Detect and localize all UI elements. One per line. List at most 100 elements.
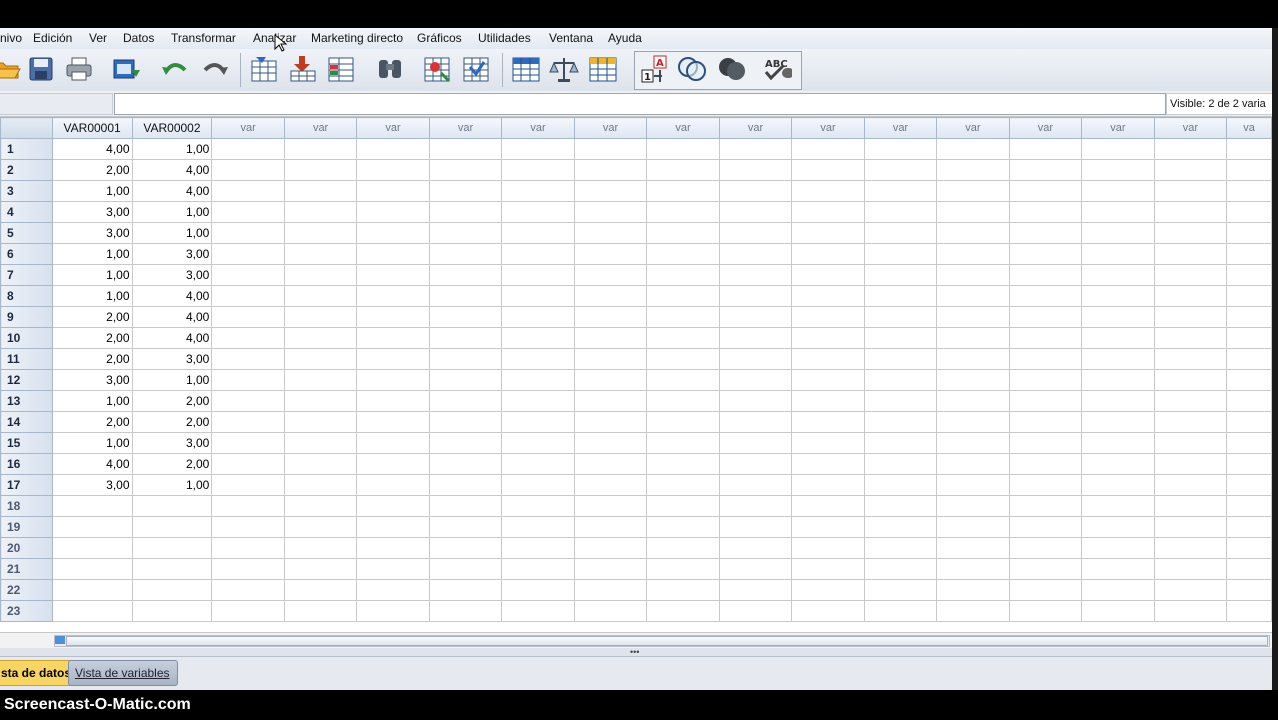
empty-cell[interactable] xyxy=(283,474,358,496)
empty-cell[interactable] xyxy=(501,138,575,160)
empty-cell[interactable] xyxy=(1153,453,1228,475)
empty-cell[interactable] xyxy=(573,474,648,496)
empty-cell[interactable] xyxy=(573,495,648,517)
data-cell[interactable]: 4,00 xyxy=(51,453,133,475)
empty-cell[interactable] xyxy=(1226,369,1272,391)
empty-cell[interactable] xyxy=(718,537,793,559)
empty-cell[interactable] xyxy=(573,159,648,181)
empty-cell[interactable] xyxy=(356,495,430,517)
empty-cell[interactable] xyxy=(428,285,503,307)
empty-cell[interactable] xyxy=(646,369,720,391)
empty-cell[interactable] xyxy=(356,558,430,580)
empty-cell[interactable] xyxy=(356,411,430,433)
empty-cell[interactable] xyxy=(573,285,648,307)
menu-transformar[interactable]: Transformar xyxy=(171,31,236,45)
empty-cell[interactable] xyxy=(1081,159,1155,181)
data-cell[interactable]: 2,00 xyxy=(131,390,213,412)
empty-cell[interactable] xyxy=(646,537,720,559)
empty-cell[interactable] xyxy=(428,516,503,538)
empty-cell[interactable] xyxy=(863,327,938,349)
empty-cell[interactable] xyxy=(428,537,503,559)
row-header[interactable]: 16 xyxy=(0,453,53,475)
empty-cell[interactable] xyxy=(1081,222,1155,244)
column-header-empty-var[interactable]: var xyxy=(1008,117,1083,139)
row-header[interactable]: 8 xyxy=(0,285,53,307)
column-header-empty-var[interactable]: var xyxy=(501,117,575,139)
data-cell[interactable]: 3,00 xyxy=(131,348,213,370)
empty-cell[interactable] xyxy=(573,411,648,433)
row-header[interactable]: 15 xyxy=(0,432,53,454)
select-cases-icon[interactable] xyxy=(588,54,618,84)
row-header[interactable]: 19 xyxy=(0,516,53,538)
empty-cell[interactable] xyxy=(211,474,285,496)
data-cell[interactable]: 3,00 xyxy=(131,243,213,265)
data-cell[interactable]: 4,00 xyxy=(131,285,213,307)
empty-cell[interactable] xyxy=(646,390,720,412)
empty-cell[interactable] xyxy=(863,558,938,580)
empty-cell[interactable] xyxy=(1081,390,1155,412)
empty-cell[interactable] xyxy=(1008,285,1083,307)
redo-icon[interactable] xyxy=(200,54,230,84)
scroll-thumb[interactable] xyxy=(66,636,1268,646)
empty-cell[interactable] xyxy=(131,579,213,601)
empty-cell[interactable] xyxy=(501,369,575,391)
print-icon[interactable] xyxy=(64,54,94,84)
empty-cell[interactable] xyxy=(718,474,793,496)
empty-cell[interactable] xyxy=(718,579,793,601)
empty-cell[interactable] xyxy=(718,558,793,580)
empty-cell[interactable] xyxy=(1153,138,1228,160)
empty-cell[interactable] xyxy=(356,159,430,181)
goto-variable-icon[interactable] xyxy=(288,54,318,84)
empty-cell[interactable] xyxy=(1226,558,1272,580)
empty-cell[interactable] xyxy=(1153,201,1228,223)
data-cell[interactable]: 2,00 xyxy=(131,411,213,433)
empty-cell[interactable] xyxy=(646,222,720,244)
empty-cell[interactable] xyxy=(1153,264,1228,286)
empty-cell[interactable] xyxy=(1008,369,1083,391)
empty-cell[interactable] xyxy=(356,264,430,286)
empty-cell[interactable] xyxy=(356,516,430,538)
empty-cell[interactable] xyxy=(1081,201,1155,223)
empty-cell[interactable] xyxy=(211,432,285,454)
row-header[interactable]: 13 xyxy=(0,390,53,412)
empty-cell[interactable] xyxy=(283,600,358,622)
empty-cell[interactable] xyxy=(863,453,938,475)
empty-cell[interactable] xyxy=(428,432,503,454)
data-cell[interactable]: 3,00 xyxy=(131,264,213,286)
empty-cell[interactable] xyxy=(356,138,430,160)
empty-cell[interactable] xyxy=(501,264,575,286)
data-cell[interactable]: 2,00 xyxy=(131,453,213,475)
empty-cell[interactable] xyxy=(283,411,358,433)
empty-cell[interactable] xyxy=(1153,327,1228,349)
empty-cell[interactable] xyxy=(936,159,1010,181)
empty-cell[interactable] xyxy=(936,369,1010,391)
column-header-empty-var[interactable]: var xyxy=(211,117,285,139)
empty-cell[interactable] xyxy=(791,474,865,496)
empty-cell[interactable] xyxy=(646,306,720,328)
empty-cell[interactable] xyxy=(1153,180,1228,202)
empty-cell[interactable] xyxy=(283,138,358,160)
empty-cell[interactable] xyxy=(1008,390,1083,412)
empty-cell[interactable] xyxy=(211,327,285,349)
empty-cell[interactable] xyxy=(1008,180,1083,202)
empty-cell[interactable] xyxy=(863,201,938,223)
data-cell[interactable]: 3,00 xyxy=(51,474,133,496)
empty-cell[interactable] xyxy=(356,390,430,412)
empty-cell[interactable] xyxy=(936,390,1010,412)
empty-cell[interactable] xyxy=(283,159,358,181)
row-header[interactable]: 5 xyxy=(0,222,53,244)
empty-cell[interactable] xyxy=(791,390,865,412)
empty-cell[interactable] xyxy=(863,222,938,244)
empty-cell[interactable] xyxy=(646,243,720,265)
empty-cell[interactable] xyxy=(501,348,575,370)
empty-cell[interactable] xyxy=(1081,348,1155,370)
empty-cell[interactable] xyxy=(1153,600,1228,622)
empty-cell[interactable] xyxy=(573,201,648,223)
column-header-empty-var[interactable]: var xyxy=(283,117,358,139)
data-cell[interactable]: 3,00 xyxy=(51,222,133,244)
empty-cell[interactable] xyxy=(428,453,503,475)
empty-cell[interactable] xyxy=(1081,264,1155,286)
empty-cell[interactable] xyxy=(1008,201,1083,223)
empty-cell[interactable] xyxy=(936,432,1010,454)
empty-cell[interactable] xyxy=(1153,516,1228,538)
